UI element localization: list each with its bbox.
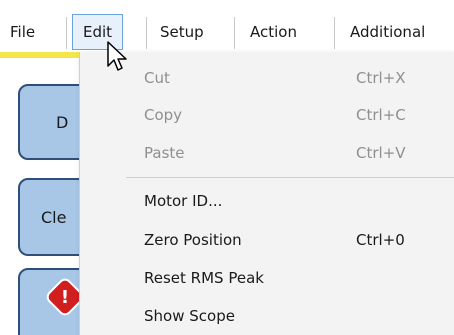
menu-item-copy[interactable]: Copy Ctrl+C: [80, 100, 454, 130]
menu-item-zero-position[interactable]: Zero Position Ctrl+0: [80, 225, 454, 255]
menu-item-label: Paste: [144, 144, 185, 162]
menu-item-shortcut: Ctrl+V: [356, 144, 406, 162]
side-button-label: Cle: [41, 207, 67, 227]
menu-item-shortcut: Ctrl+0: [356, 231, 405, 249]
menu-item-label: Reset RMS Peak: [144, 269, 264, 287]
menu-item-label: Cut: [144, 69, 170, 87]
stop-icon-glyph: !: [60, 286, 70, 308]
menu-item-label: Show Scope: [144, 307, 235, 325]
menu-setup[interactable]: Setup: [150, 14, 214, 50]
side-button-label: D: [56, 112, 69, 132]
menu-separator: [126, 177, 454, 178]
edit-menu-dropdown: Cut Ctrl+X Copy Ctrl+C Paste Ctrl+V Moto…: [79, 52, 454, 335]
menu-action[interactable]: Action: [240, 14, 307, 50]
menu-item-label: Copy: [144, 106, 183, 124]
menu-additional[interactable]: Additional: [340, 14, 435, 50]
menu-file[interactable]: File: [0, 14, 45, 50]
menu-item-shortcut: Ctrl+C: [356, 106, 406, 124]
menu-separator: [66, 17, 67, 49]
menu-item-motor-id[interactable]: Motor ID...: [80, 186, 454, 216]
menu-item-paste[interactable]: Paste Ctrl+V: [80, 138, 454, 168]
menu-item-cut[interactable]: Cut Ctrl+X: [80, 63, 454, 93]
mouse-cursor-icon: [107, 41, 127, 71]
menu-separator: [146, 17, 147, 49]
menu-bar: File Edit Setup Action Additional: [0, 0, 454, 58]
menu-item-label: Zero Position: [144, 231, 242, 249]
menu-item-reset-rms-peak[interactable]: Reset RMS Peak: [80, 263, 454, 293]
menu-item-show-scope[interactable]: Show Scope: [80, 301, 454, 331]
menu-item-shortcut: Ctrl+X: [356, 69, 406, 87]
menu-item-label: Motor ID...: [144, 192, 223, 210]
menu-separator: [234, 17, 235, 49]
menu-separator: [334, 17, 335, 49]
